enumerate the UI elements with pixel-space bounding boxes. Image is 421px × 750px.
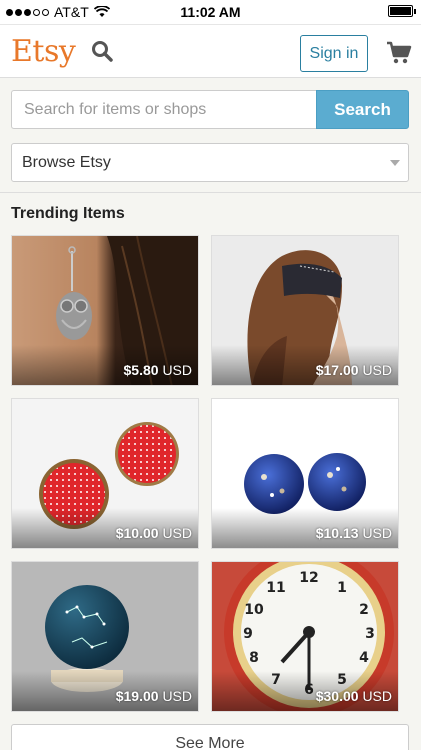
svg-text:4: 4 <box>359 650 369 666</box>
svg-text:10: 10 <box>244 602 264 618</box>
price-label: $30.00 USD <box>315 688 392 704</box>
svg-text:2: 2 <box>359 602 369 618</box>
chevron-down-icon <box>390 160 400 166</box>
price-label: $5.80 USD <box>123 362 193 378</box>
etsy-logo[interactable]: Etsy <box>11 34 76 69</box>
browse-dropdown[interactable]: Browse Etsy <box>11 143 409 182</box>
divider <box>0 192 421 193</box>
product-card[interactable]: 12 1 2 3 4 5 6 7 8 9 10 11 $30.00 USD <box>211 561 399 712</box>
search-bar: Search <box>11 90 409 129</box>
svg-text:11: 11 <box>266 580 285 596</box>
battery-icon <box>388 5 416 17</box>
svg-text:12: 12 <box>299 570 318 586</box>
price-label: $10.00 USD <box>115 525 192 541</box>
search-input[interactable] <box>11 90 316 129</box>
section-title: Trending Items <box>11 205 125 222</box>
product-card[interactable]: $5.80 USD <box>11 235 199 386</box>
app-header: Etsy Sign in <box>0 24 421 78</box>
product-card[interactable]: $17.00 USD <box>211 235 399 386</box>
svg-text:8: 8 <box>249 650 259 666</box>
svg-text:9: 9 <box>243 626 253 642</box>
price-label: $17.00 USD <box>315 362 392 378</box>
search-button[interactable]: Search <box>316 90 409 129</box>
product-card[interactable]: $19.00 USD <box>11 561 199 712</box>
svg-text:3: 3 <box>365 626 375 642</box>
price-label: $10.13 USD <box>315 525 392 541</box>
sign-in-button[interactable]: Sign in <box>300 35 368 72</box>
cart-icon[interactable] <box>386 41 412 65</box>
search-icon[interactable] <box>91 40 113 62</box>
svg-text:1: 1 <box>337 580 347 596</box>
status-bar: AT&T 11:02 AM <box>0 0 421 24</box>
product-card[interactable]: $10.00 USD <box>11 398 199 549</box>
see-more-button[interactable]: See More <box>11 724 409 750</box>
price-label: $19.00 USD <box>115 688 192 704</box>
status-time: 11:02 AM <box>180 4 241 20</box>
product-card[interactable]: $10.13 USD <box>211 398 399 549</box>
browse-label: Browse Etsy <box>22 153 111 171</box>
